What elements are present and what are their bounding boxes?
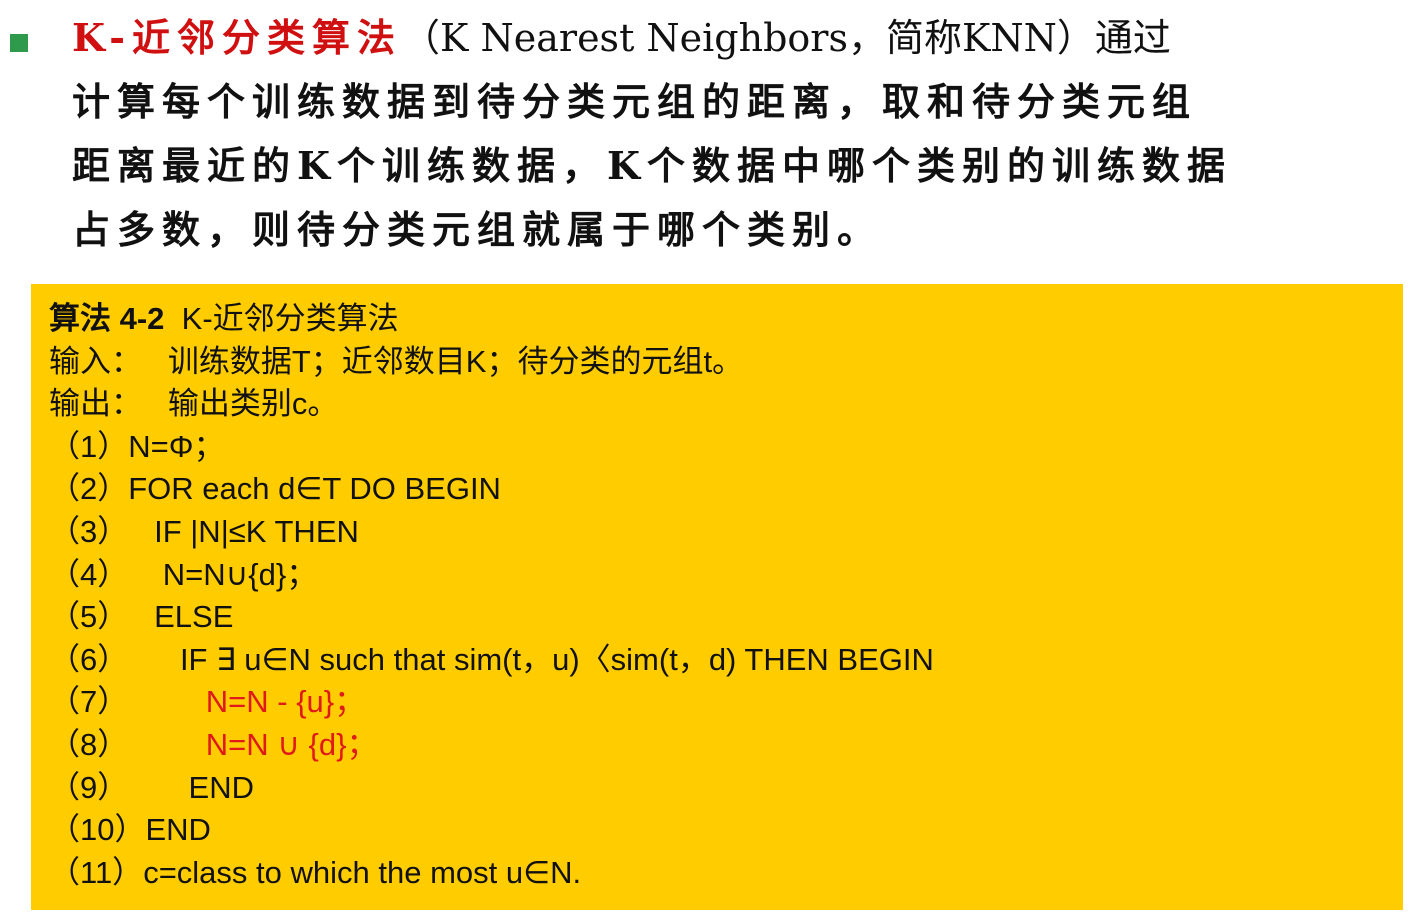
step-code: N=Φ； [128, 428, 225, 464]
step-code: ELSE [154, 599, 234, 635]
step-number: （8） [49, 726, 129, 762]
step-number: （7） [49, 684, 129, 720]
step-code: IF |N|≤K THEN [154, 513, 359, 549]
algorithm-step: （10）END [49, 809, 1403, 852]
algorithm-step: （11）c=class to which the most u∈N. [49, 852, 1403, 895]
step-number: （5） [49, 599, 129, 635]
step-code: c=class to which the most u∈N. [143, 854, 582, 890]
intro-line-3: 距离最近的K个训练数据，K个数据中哪个类别的训练数据 [72, 143, 1233, 188]
algorithm-input: 输入： 训练数据T；近邻数目K；待分类的元组t。 [49, 341, 1403, 384]
intro-line-4: 占多数，则待分类元组就属于哪个类别。 [72, 207, 883, 252]
algorithm-box: 算法 4-2 K-近邻分类算法 输入： 训练数据T；近邻数目K；待分类的元组t。… [31, 284, 1403, 910]
step-number: （6） [49, 641, 129, 677]
step-number: （4） [49, 556, 129, 592]
intro-title: K-近邻分类算法 [72, 15, 403, 60]
step-number: （2） [49, 471, 129, 507]
step-code: N=N∪{d}； [162, 556, 318, 592]
step-code-highlighted: N=N - {u}； [205, 684, 366, 720]
algorithm-step: （1）N=Φ； [49, 426, 1403, 469]
step-number: （3） [49, 513, 129, 549]
algorithm-number: 算法 4-2 [49, 301, 165, 336]
step-code: END [188, 769, 254, 805]
intro-paragraph: K-近邻分类算法（K Nearest Neighbors，简称KNN）通过 计算… [72, 6, 1408, 262]
step-code: END [145, 812, 211, 848]
algorithm-step: （4） N=N∪{d}； [49, 554, 1403, 597]
step-number: （9） [49, 769, 129, 805]
step-code: IF ∃ u∈N such that sim(t，u)〈sim(t，d) THE… [179, 641, 934, 677]
step-code-highlighted: N=N ∪ {d}； [205, 726, 378, 762]
algorithm-step: （2）FOR each d∈T DO BEGIN [49, 468, 1403, 511]
square-bullet-icon [10, 34, 28, 52]
step-number: （1） [49, 428, 129, 464]
algorithm-output: 输出： 输出类别c。 [49, 383, 1403, 426]
intro-line-2: 计算每个训练数据到待分类元组的距离，取和待分类元组 [72, 79, 1198, 124]
step-code: FOR each d∈T DO BEGIN [128, 471, 501, 507]
output-label: 输出： [49, 386, 142, 422]
intro-line-1-rest: （K Nearest Neighbors，简称KNN）通过 [402, 16, 1171, 60]
algorithm-step: （8） N=N ∪ {d}； [49, 724, 1403, 767]
step-number: （11） [49, 854, 144, 890]
input-label: 输入： [49, 343, 142, 379]
input-text: 训练数据T；近邻数目K；待分类的元组t。 [167, 343, 744, 379]
intro-line-1: K-近邻分类算法（K Nearest Neighbors，简称KNN）通过 [72, 6, 1408, 70]
algorithm-step: （9） END [49, 767, 1403, 810]
algorithm-step: （3） IF |N|≤K THEN [49, 511, 1403, 554]
algorithm-step: （5） ELSE [49, 596, 1403, 639]
algorithm-step: （7） N=N - {u}； [49, 681, 1403, 724]
step-number: （10） [49, 812, 146, 848]
algorithm-heading: 算法 4-2 K-近邻分类算法 [49, 298, 1403, 341]
algorithm-step: （6） IF ∃ u∈N such that sim(t，u)〈sim(t，d)… [49, 639, 1403, 682]
algorithm-name: K-近邻分类算法 [181, 301, 399, 336]
output-text: 输出类别c。 [167, 386, 339, 422]
